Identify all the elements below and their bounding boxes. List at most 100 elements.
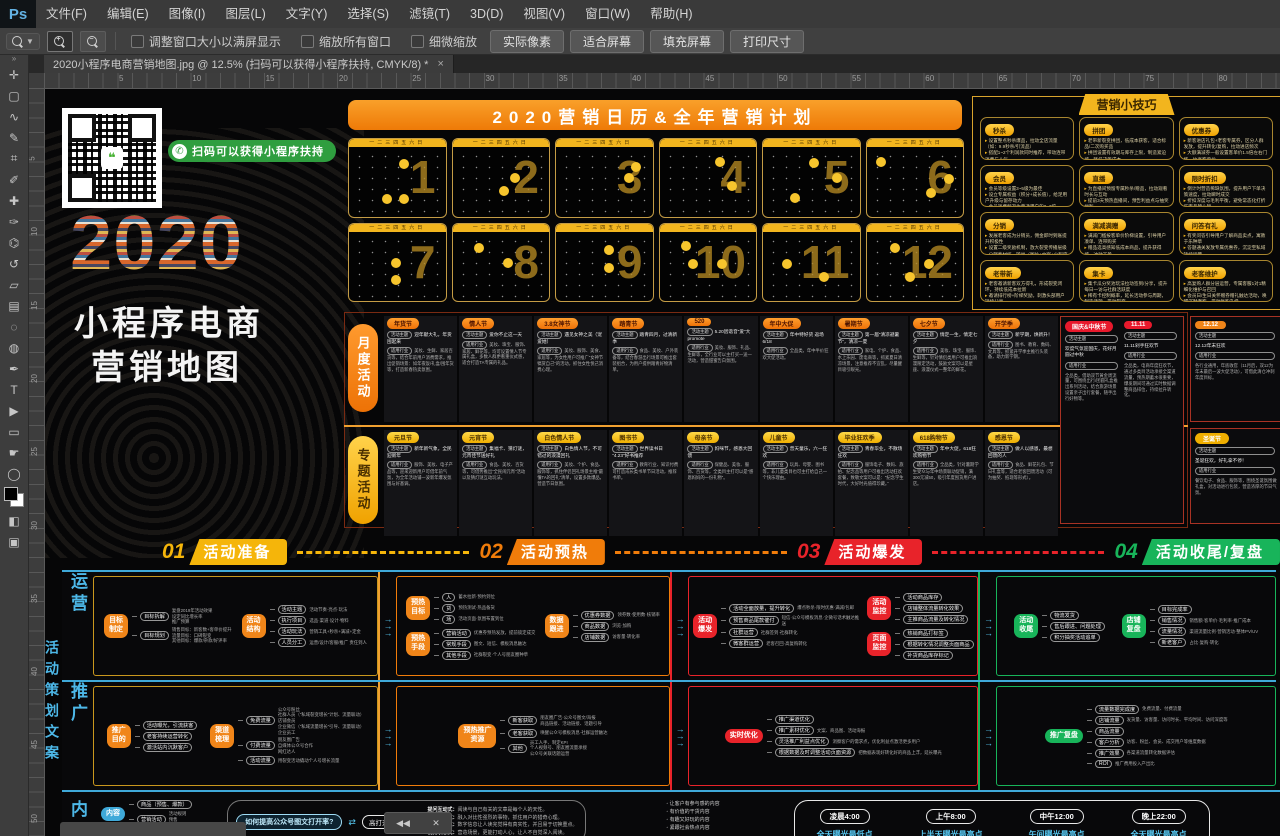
branch-label: 灵活推广利益点优化 bbox=[775, 737, 830, 746]
option-button-4[interactable]: 打印尺寸 bbox=[730, 30, 804, 53]
type-tool[interactable]: T bbox=[2, 379, 26, 400]
document-canvas[interactable]: ❝ ✆ 扫码可以获得小程序扶持 2020 小程序电商 营销地图 2020营销日历… bbox=[44, 88, 1280, 836]
menu-item-3[interactable]: 图像(I) bbox=[159, 0, 216, 28]
zoom-tool-chip[interactable]: ▼ bbox=[6, 33, 40, 50]
branch-note: 短信·公众号模板消息·企微号话术触达推送 bbox=[782, 615, 864, 626]
branch-notes: 活动页面·氛围布置到位 bbox=[458, 616, 503, 622]
menu-item-9[interactable]: 视图(V) bbox=[513, 0, 575, 28]
rewind-icon[interactable]: ◀◀ bbox=[396, 818, 410, 829]
theme-tag: 活动主题 bbox=[913, 331, 938, 339]
healing-brush-tool[interactable]: ✚ bbox=[2, 190, 26, 211]
zoom-in-button[interactable]: + bbox=[47, 31, 73, 52]
mindmap-branches: 优惠券数据领券数·使用数·核销率商品数据浏览·加购店铺数据访客量·转化率 bbox=[573, 611, 660, 642]
shape-tool[interactable]: ▭ bbox=[2, 421, 26, 442]
ruler-tick: 35 bbox=[559, 74, 568, 83]
activity-theme: 活动主题爱你不止这一天 bbox=[462, 331, 529, 339]
calendar-month-5: 一二三四五六日5 bbox=[762, 138, 861, 218]
path-selection-tool[interactable]: ▶ bbox=[2, 400, 26, 421]
marquee-tool[interactable]: ▢ bbox=[2, 85, 26, 106]
branch-notes: 唤醒公众号模板消息·社群运营触达 bbox=[540, 730, 607, 736]
option-button-3[interactable]: 填充屏幕 bbox=[650, 30, 724, 53]
gradient-tool[interactable]: ▤ bbox=[2, 295, 26, 316]
branch-note: 其他目标：爆款/杂款/好评率 bbox=[172, 638, 232, 644]
mindmap-stack: 店铺 复盘目标完成率销售情况销售额·客单价·毛利率·推广成本流量情况渠道流量比例… bbox=[1122, 605, 1259, 647]
quick-mask-icon[interactable]: ◧ bbox=[2, 510, 26, 531]
zoom-out-button[interactable]: − bbox=[80, 31, 106, 52]
checkbox-icon[interactable] bbox=[131, 35, 144, 48]
schedule-note: 上半天曝光最高点 bbox=[919, 829, 983, 836]
clone-stamp-tool[interactable]: ⌬ bbox=[2, 232, 26, 253]
mindmap-branches: 目标拆解复盘2019年活动效果设定同比增长率推广预算目标规划销售目标：新客数+客… bbox=[132, 608, 231, 644]
activity-card-title: 年货节 bbox=[387, 318, 419, 329]
collapse-panel-icon[interactable]: » bbox=[12, 54, 16, 64]
menu-item-1[interactable]: 文件(F) bbox=[36, 0, 97, 28]
menu-item-2[interactable]: 编辑(E) bbox=[97, 0, 159, 28]
mindmap-branch: 社群运营社群签到·社群转化 bbox=[721, 628, 863, 637]
mindmap-branch: 店铺整体流量转化效果 bbox=[895, 604, 968, 613]
blur-tool[interactable]: ◌ bbox=[2, 316, 26, 337]
stage-label: 活动预热 bbox=[507, 539, 605, 565]
menu-item-10[interactable]: 窗口(W) bbox=[575, 0, 640, 28]
branch-note: 预热测试·热品备货 bbox=[458, 605, 495, 611]
branch-notes: 占比·复购·转化 bbox=[1189, 640, 1218, 646]
close-icon[interactable]: ✕ bbox=[432, 818, 440, 829]
mindmap-branch: 活动全面放量，提升转化爆点秒杀·限时优惠·满减/包邮 bbox=[721, 604, 863, 613]
menu-item-6[interactable]: 选择(S) bbox=[337, 0, 399, 28]
branch-note: 发货量、访客量、访问时长、平均时间、访问深度等 bbox=[1127, 717, 1228, 723]
menu-item-5[interactable]: 文字(Y) bbox=[276, 0, 338, 28]
festival-title: 11.11 bbox=[1124, 321, 1152, 329]
crop-tool[interactable]: ⌗ bbox=[2, 148, 26, 169]
branch-label: 销售情况 bbox=[1158, 616, 1187, 625]
industry-tag: 适用行业 bbox=[763, 347, 788, 355]
brush-tool[interactable]: ✑ bbox=[2, 211, 26, 232]
activity-card-title: 元宵节 bbox=[462, 432, 494, 443]
highlight-date-dot bbox=[604, 263, 614, 273]
ruler-tick: 50 bbox=[779, 74, 788, 83]
menu-item-11[interactable]: 帮助(H) bbox=[640, 0, 702, 28]
industry-tag: 适用行业 bbox=[387, 461, 412, 469]
poster-title-line1: 小程序电商 bbox=[74, 296, 264, 345]
menu-item-7[interactable]: 滤镜(T) bbox=[399, 0, 460, 28]
industry-tag: 适用行业 bbox=[462, 341, 487, 349]
option-checkbox-3[interactable]: 细微缩放 bbox=[411, 33, 477, 50]
option-button-1[interactable]: 实际像素 bbox=[490, 30, 564, 53]
zoom-tool[interactable]: ◯ bbox=[2, 463, 26, 484]
branch-note: 渠道流量比例·营销活动·整体PV/UV bbox=[1189, 629, 1258, 635]
quick-selection-tool[interactable]: ✎ bbox=[2, 127, 26, 148]
calendar-month-10: 一二三四五六日10 bbox=[659, 223, 758, 303]
menu-item-4[interactable]: 图层(L) bbox=[215, 0, 275, 28]
document-tab[interactable]: 2020小程序电商营销地图.jpg @ 12.5% (扫码可以获得小程序扶持, … bbox=[44, 54, 454, 73]
tip-line: ▸ 为直播间预留专属秒杀/赠品，拉动观看时长与互动 bbox=[1084, 186, 1168, 198]
ruler-tick: 10 bbox=[192, 74, 201, 83]
option-checkbox-2[interactable]: 缩放所有窗口 bbox=[301, 33, 391, 50]
mindmap-group: 预热 目标人蓄水拉新·预约到位货预热测试·热品备货场活动页面·氛围布置到位 bbox=[406, 593, 535, 624]
color-swatches[interactable] bbox=[4, 487, 24, 507]
mindmap-branches: 活动全面放量，提升转化爆点秒杀·限时优惠·满减/包邮预售商品尾款催付短信·公众号… bbox=[721, 604, 863, 648]
theme-tag: 活动主题 bbox=[387, 445, 412, 453]
checkbox-icon[interactable] bbox=[411, 35, 424, 48]
history-brush-tool[interactable]: ↺ bbox=[2, 253, 26, 274]
eraser-tool[interactable]: ▱ bbox=[2, 274, 26, 295]
menu-item-8[interactable]: 3D(D) bbox=[460, 0, 513, 28]
tip-card-label: 优惠券 bbox=[1184, 124, 1220, 136]
checkbox-icon[interactable] bbox=[301, 35, 314, 48]
pen-tool[interactable]: ✒ bbox=[2, 358, 26, 379]
content-build-item: ◦ 有价值的干货内容 bbox=[666, 808, 719, 816]
branch-note: 免费流量、付费流量 bbox=[1142, 706, 1182, 712]
lasso-tool[interactable]: ∿ bbox=[2, 106, 26, 127]
mini-control-bar[interactable]: ◀◀ ✕ bbox=[384, 812, 452, 834]
move-tool[interactable]: ✛ bbox=[2, 64, 26, 85]
foreground-color-swatch[interactable] bbox=[4, 487, 18, 501]
option-button-2[interactable]: 适合屏幕 bbox=[570, 30, 644, 53]
tip-line: ▸ 稀有卡控制概率，延长活动参与周期，制造话题，带动裂变 bbox=[1084, 293, 1168, 302]
screen-mode-icon[interactable]: ▣ bbox=[2, 531, 26, 552]
dodge-tool[interactable]: ◍ bbox=[2, 337, 26, 358]
mindmap-branch: 执行项目选品·渠道·设计·物料 bbox=[270, 616, 367, 625]
close-icon[interactable]: × bbox=[437, 58, 443, 70]
flow-arrows: →→→ bbox=[378, 682, 396, 790]
eyedropper-tool[interactable]: ✐ bbox=[2, 169, 26, 190]
schedule-time-pill: 凌晨4:00 bbox=[820, 809, 870, 824]
hand-tool[interactable]: ☛ bbox=[2, 442, 26, 463]
option-checkbox-1[interactable]: 调整窗口大小以满屏显示 bbox=[131, 33, 281, 50]
branch-notes: 访客量·转化率 bbox=[612, 634, 640, 640]
